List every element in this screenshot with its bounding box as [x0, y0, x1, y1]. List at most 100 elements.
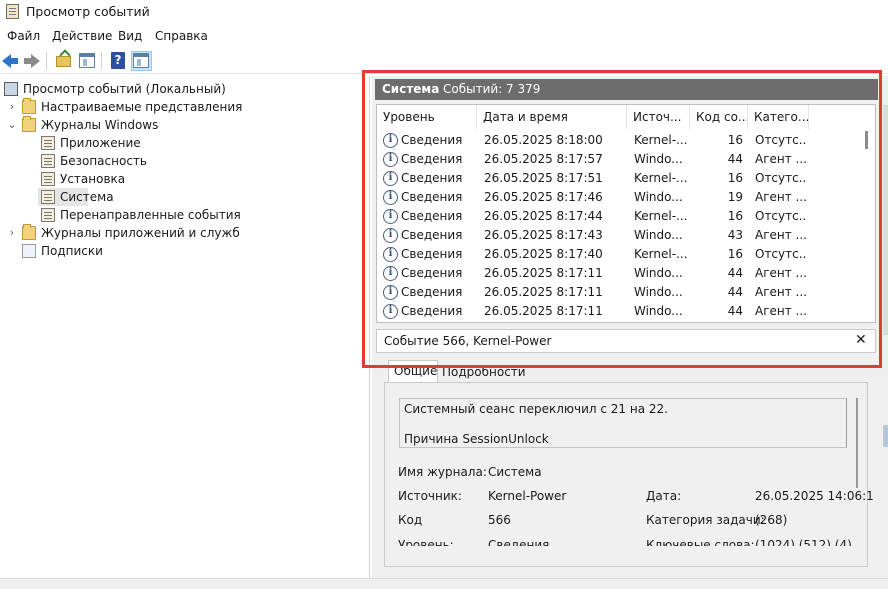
table-row[interactable]: i Сведения 26.05.2025 8:17:51 Kernel-... 16 О…	[377, 169, 863, 188]
cell-datetime: 26.05.2025 8:17:57	[484, 152, 603, 166]
cell-source: Windo...	[634, 228, 683, 242]
label-date: Дата:	[646, 489, 682, 503]
table-row[interactable]: i Сведения 26.05.2025 8:17:46 Windo... 19 Аге…	[377, 188, 863, 207]
help-icon[interactable]: ?	[109, 52, 127, 70]
cell-source: Windo...	[634, 304, 683, 318]
cell-source: Windo...	[634, 152, 683, 166]
folder-icon	[22, 98, 36, 114]
menu-view[interactable]: Вид	[118, 29, 142, 43]
table-row[interactable]: i Сведения 26.05.2025 8:17:57 Windo... 44 Аге…	[377, 150, 863, 169]
window-title: Просмотр событий	[26, 4, 150, 19]
cell-category: Агент ...	[755, 266, 807, 280]
cell-category: Агент ...	[755, 152, 807, 166]
toolbar-separator	[101, 52, 102, 70]
show-hide-action-pane-icon[interactable]	[131, 51, 152, 71]
cell-level: Сведения	[401, 228, 463, 242]
cell-category: Агент ...	[755, 190, 807, 204]
menu-file[interactable]: Файл	[7, 29, 40, 43]
log-icon	[41, 172, 55, 186]
table-row[interactable]: i Сведения 26.05.2025 8:18:00 Kernel-... 16 О…	[377, 131, 863, 150]
tree-item-system[interactable]: Система	[38, 188, 114, 206]
cell-category: Агент ...	[755, 304, 807, 318]
cell-source: Windo...	[634, 285, 683, 299]
detail-scrollbar[interactable]	[856, 398, 858, 488]
info-icon: i	[383, 228, 398, 243]
menu-bar: Файл Действие Вид Справка	[0, 26, 888, 46]
column-header-source[interactable]: Источ...	[627, 105, 690, 129]
chevron-down-icon[interactable]: ⌄	[7, 116, 17, 134]
event-viewer-app-icon	[6, 4, 19, 19]
menu-action[interactable]: Действие	[52, 29, 112, 43]
tab-general[interactable]: Общие	[388, 360, 438, 382]
value-log-name: Система	[488, 465, 542, 479]
info-icon: i	[383, 285, 398, 300]
info-icon: i	[383, 247, 398, 262]
folder-up-icon[interactable]	[55, 52, 73, 70]
table-row[interactable]: i Сведения 26.05.2025 8:17:11 Windo... 44 Аге…	[377, 283, 863, 302]
log-name: Система	[382, 82, 440, 96]
column-header-datetime[interactable]: Дата и время	[477, 105, 627, 129]
cell-source: Kernel-...	[634, 209, 688, 223]
cell-level: Сведения	[401, 190, 463, 204]
cell-source: Windo...	[634, 190, 683, 204]
cell-event-id: 44	[727, 266, 743, 280]
table-row[interactable]: i Сведения 26.05.2025 8:17:11 Windo... 44 Аге…	[377, 264, 863, 283]
value-keywords: (1024) (512) (4)	[755, 538, 852, 546]
value-level: Сведения	[488, 538, 550, 546]
cell-event-id: 44	[727, 304, 743, 318]
event-viewer-icon	[4, 82, 18, 96]
table-row[interactable]: i Сведения 26.05.2025 8:17:44 Kernel-... 16 О…	[377, 207, 863, 226]
cell-event-id: 44	[727, 152, 743, 166]
cell-level: Сведения	[401, 152, 463, 166]
cell-level: Сведения	[401, 171, 463, 185]
cell-category: Агент ...	[755, 228, 807, 242]
column-header-event-id[interactable]: Код со...	[690, 105, 748, 129]
menu-help[interactable]: Справка	[155, 29, 208, 43]
value-date: 26.05.2025 14:06:1	[755, 489, 874, 503]
label-event-id: Код	[398, 513, 423, 527]
back-arrow-icon[interactable]	[2, 52, 20, 70]
cell-event-id: 16	[727, 133, 743, 147]
chevron-right-icon[interactable]: ›	[7, 98, 17, 116]
label-task-category: Категория задачи:	[646, 513, 765, 527]
status-bar	[0, 578, 888, 589]
close-icon[interactable]: ✕	[855, 332, 867, 348]
cell-level: Сведения	[401, 304, 463, 318]
cell-datetime: 26.05.2025 8:18:00	[484, 133, 603, 147]
table-row[interactable]: i Сведения 26.05.2025 8:17:43 Windo... 43 Аге…	[377, 226, 863, 245]
cell-datetime: 26.05.2025 8:17:44	[484, 209, 603, 223]
scrollbar-thumb[interactable]	[865, 131, 868, 149]
toolbar-separator	[46, 52, 47, 70]
show-hide-console-tree-icon[interactable]	[78, 52, 96, 70]
info-icon: i	[383, 304, 398, 319]
info-icon: i	[383, 171, 398, 186]
cell-event-id: 19	[727, 190, 743, 204]
table-row[interactable]: i Сведения 26.05.2025 8:17:11 Windo... 44 Аге…	[377, 302, 863, 321]
subscriptions-icon	[22, 244, 36, 258]
cell-level: Сведения	[401, 285, 463, 299]
description-line: Причина SessionUnlock	[404, 432, 549, 446]
cell-level: Сведения	[401, 247, 463, 261]
event-count: Событий: 7 379	[443, 82, 541, 96]
event-detail-header: Событие 566, Kernel-Power ✕	[376, 329, 876, 353]
pane-edge	[883, 105, 888, 335]
cell-event-id: 44	[727, 285, 743, 299]
cell-category: Отсутс...	[755, 133, 807, 147]
cell-source: Windo...	[634, 266, 683, 280]
forward-arrow-icon[interactable]	[22, 52, 40, 70]
label-source: Источник:	[398, 489, 462, 503]
tab-details[interactable]: Подробности	[442, 363, 526, 382]
info-icon: i	[383, 209, 398, 224]
column-header-category[interactable]: Катего...	[748, 105, 809, 129]
chevron-right-icon[interactable]: ›	[7, 224, 17, 242]
cell-source: Kernel-...	[634, 133, 688, 147]
cell-category: Агент ...	[755, 285, 807, 299]
cell-datetime: 26.05.2025 8:17:46	[484, 190, 603, 204]
cell-datetime: 26.05.2025 8:17:11	[484, 285, 603, 299]
console-tree: Просмотр событий (Локальный) › Настраива…	[0, 76, 370, 578]
column-header-level[interactable]: Уровень	[377, 105, 477, 129]
table-row[interactable]: i Сведения 26.05.2025 8:17:40 Kernel-... 16 О…	[377, 245, 863, 264]
folder-icon	[22, 224, 36, 240]
cell-datetime: 26.05.2025 8:17:11	[484, 266, 603, 280]
cell-datetime: 26.05.2025 8:17:51	[484, 171, 603, 185]
